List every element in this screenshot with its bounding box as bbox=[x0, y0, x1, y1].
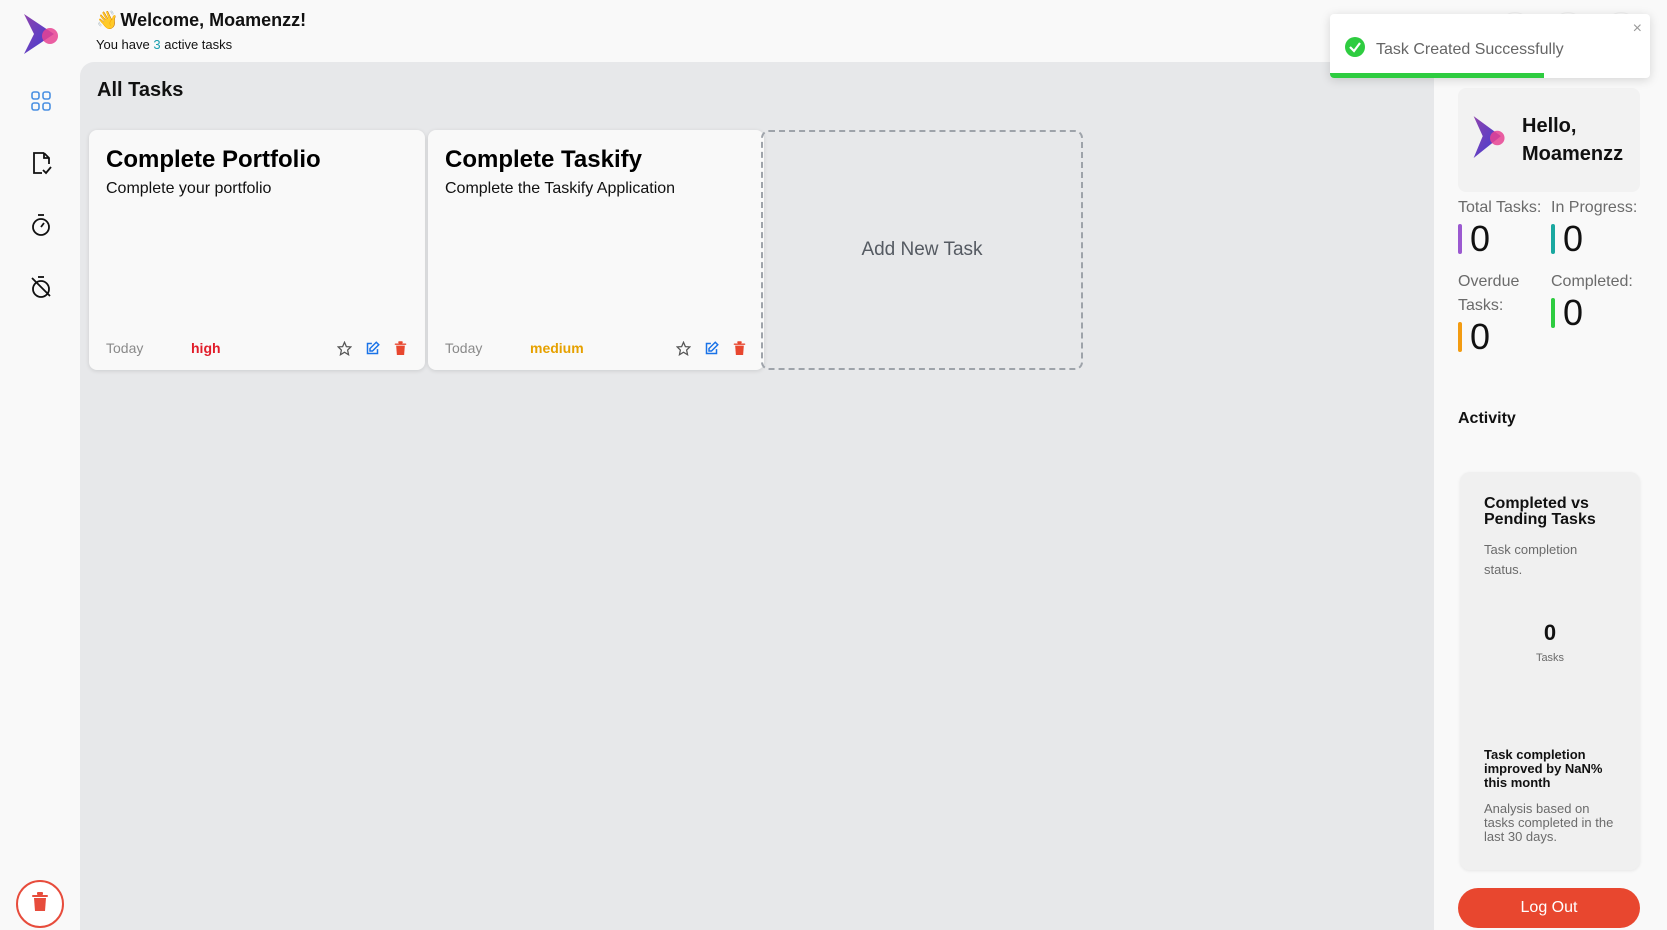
logout-button[interactable]: Log Out bbox=[1458, 888, 1640, 928]
task-priority: high bbox=[191, 340, 221, 356]
file-check-icon bbox=[30, 151, 52, 180]
stat-bar bbox=[1458, 224, 1462, 254]
app-logo[interactable] bbox=[20, 12, 64, 58]
trash-icon bbox=[31, 891, 49, 917]
edit-icon[interactable] bbox=[703, 340, 719, 356]
task-date: Today bbox=[445, 340, 483, 356]
stat-total-tasks: Total Tasks: 0 bbox=[1458, 199, 1542, 259]
main-content: All Tasks Complete Portfolio Complete yo… bbox=[80, 62, 1434, 930]
add-new-task-button[interactable]: Add New Task bbox=[761, 130, 1083, 370]
stat-bar bbox=[1458, 322, 1462, 352]
chart-description: Task completion status. bbox=[1484, 542, 1578, 577]
task-title: Complete Portfolio bbox=[106, 146, 321, 173]
check-circle-icon bbox=[1344, 36, 1366, 63]
trend-note: Analysis based on tasks completed in the… bbox=[1484, 801, 1614, 844]
trend-text: Task completion improved by NaN% this mo… bbox=[1484, 747, 1603, 790]
task-footer: Today medium bbox=[445, 340, 747, 356]
stat-in-progress: In Progress: 0 bbox=[1551, 199, 1638, 259]
activity-heading: Activity bbox=[1458, 410, 1516, 427]
chart-title: Completed vs Pending Tasks bbox=[1484, 495, 1596, 528]
welcome-heading: 👋 Welcome, Moamenzz! bbox=[96, 10, 307, 30]
nav-overdue[interactable] bbox=[24, 272, 58, 306]
timer-off-icon bbox=[29, 275, 53, 304]
page-title: All Tasks bbox=[97, 79, 184, 101]
task-card[interactable]: Complete Taskify Complete the Taskify Ap… bbox=[428, 130, 764, 370]
success-toast: Task Created Successfully × bbox=[1330, 14, 1650, 78]
header: 👋 Welcome, Moamenzz! You have 3 active t… bbox=[96, 10, 306, 52]
toast-progress-bar bbox=[1330, 73, 1545, 78]
task-count-label: Tasks bbox=[1535, 652, 1565, 664]
task-priority: medium bbox=[530, 340, 584, 356]
nav-all-tasks[interactable] bbox=[24, 86, 58, 120]
profile-name: Moamenzz bbox=[1522, 143, 1624, 165]
profile-card: Hello, Moamenzz bbox=[1458, 88, 1640, 192]
task-actions bbox=[336, 340, 408, 356]
chart-center: 0 Tasks bbox=[1460, 620, 1640, 664]
task-description: Complete your portfolio bbox=[106, 180, 272, 197]
completion-chart-card: Completed vs Pending Tasks Task completi… bbox=[1460, 472, 1640, 870]
profile-panel: Hello, Moamenzz Total Tasks: 0 In Progre… bbox=[1434, 62, 1667, 930]
trash-icon[interactable] bbox=[392, 340, 408, 356]
stat-overdue: Overdue Tasks: 0 bbox=[1458, 273, 1520, 357]
nav-completed[interactable] bbox=[24, 148, 58, 182]
task-actions bbox=[675, 340, 747, 356]
sidebar bbox=[0, 0, 80, 930]
close-icon[interactable]: × bbox=[1633, 20, 1642, 38]
stat-bar bbox=[1551, 298, 1555, 328]
task-footer: Today high bbox=[106, 340, 408, 356]
stat-completed: Completed: 0 bbox=[1551, 273, 1633, 333]
delete-all-button[interactable] bbox=[16, 880, 64, 928]
task-description: Complete the Taskify Application bbox=[445, 180, 676, 197]
task-date: Today bbox=[106, 340, 144, 356]
timer-icon bbox=[29, 213, 53, 242]
star-icon[interactable] bbox=[675, 340, 691, 356]
wave-icon: 👋 bbox=[96, 10, 119, 30]
active-tasks-summary: You have 3 active tasks bbox=[96, 37, 233, 52]
app-logo bbox=[1470, 112, 1510, 169]
nav-pending[interactable] bbox=[24, 210, 58, 244]
toast-message: Task Created Successfully bbox=[1376, 40, 1564, 58]
grid-icon bbox=[30, 90, 52, 117]
profile-greeting: Hello, Moamenzz bbox=[1522, 112, 1623, 168]
trash-icon[interactable] bbox=[731, 340, 747, 356]
active-task-count: 3 bbox=[153, 37, 161, 52]
star-icon[interactable] bbox=[336, 340, 352, 356]
stat-bar bbox=[1551, 224, 1555, 254]
task-title: Complete Taskify bbox=[445, 146, 642, 173]
edit-icon[interactable] bbox=[364, 340, 380, 356]
task-card[interactable]: Complete Portfolio Complete your portfol… bbox=[89, 130, 425, 370]
task-count: 0 bbox=[1543, 620, 1557, 645]
